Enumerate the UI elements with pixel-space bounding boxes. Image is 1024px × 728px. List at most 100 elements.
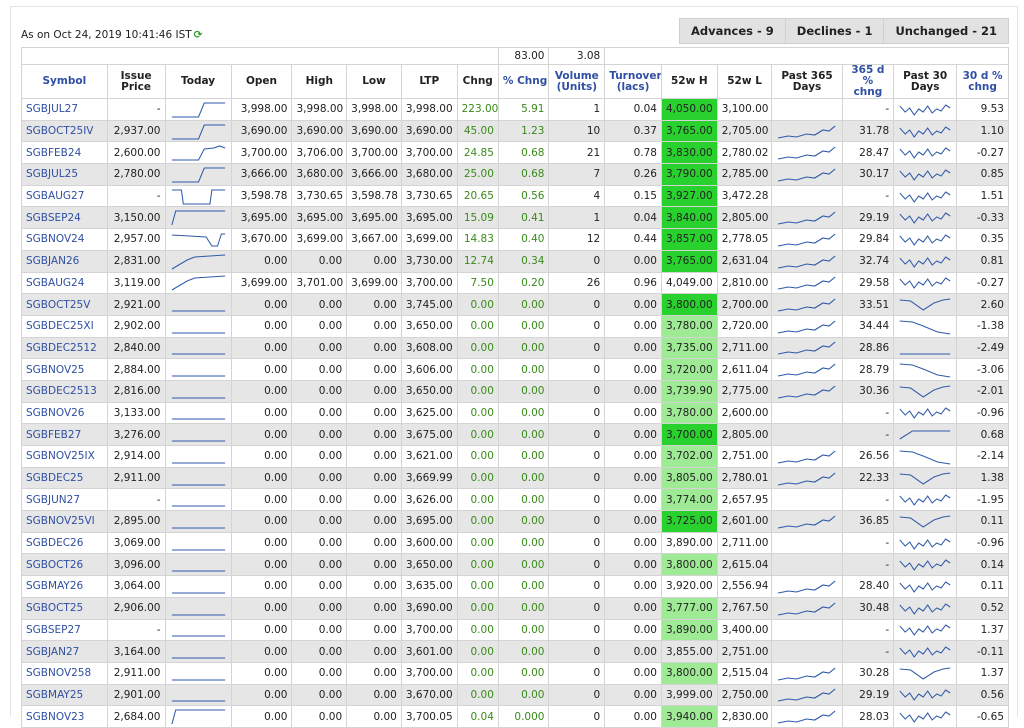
pct-chng-cell: 0.00 bbox=[497, 336, 550, 360]
issue-price-cell: 2,902.00 bbox=[106, 314, 166, 338]
high-cell: 0.00 bbox=[291, 640, 348, 663]
symbol-link[interactable]: SGBAUG24 bbox=[21, 271, 108, 295]
sparkline bbox=[899, 646, 951, 658]
52w-high-cell: 3,890.00 bbox=[660, 531, 718, 555]
volume-cell: 10 bbox=[548, 119, 606, 143]
high-cell: 0.00 bbox=[291, 314, 348, 338]
symbol-link[interactable]: SGBDEC2513 bbox=[21, 379, 108, 403]
past-30-sparkline bbox=[893, 141, 958, 165]
open-cell: 0.00 bbox=[230, 510, 293, 533]
52w-high-cell: 3,800.00 bbox=[660, 661, 718, 685]
table-row: SGBJUL25 2,780.00 3,666.00 3,680.00 3,666.00… bbox=[21, 163, 1009, 186]
symbol-link[interactable]: SGBDEC26 bbox=[21, 531, 108, 555]
symbol-link[interactable]: SGBMAY25 bbox=[21, 683, 108, 707]
ltp-cell: 3,608.00 bbox=[400, 336, 458, 360]
past-365-sparkline bbox=[771, 618, 843, 642]
past-365-sparkline bbox=[771, 683, 843, 707]
high-cell: 0.00 bbox=[291, 401, 348, 425]
table-row: SGBSEP24 3,150.00 3,695.00 3,695.00 3,695.00… bbox=[21, 206, 1009, 230]
open-cell: 0.00 bbox=[230, 488, 293, 512]
365d-chng-cell: 34.44 bbox=[841, 314, 895, 338]
sparkline bbox=[778, 255, 836, 269]
symbol-link[interactable]: SGBJAN27 bbox=[21, 640, 108, 663]
symbol-link[interactable]: SGBOCT25IV bbox=[21, 119, 108, 143]
sparkline bbox=[171, 505, 225, 507]
ltp-cell: 3,669.99 bbox=[400, 466, 458, 490]
sparkline bbox=[171, 614, 225, 616]
symbol-link[interactable]: SGBDEC25XI bbox=[21, 314, 108, 338]
symbol-link[interactable]: SGBJUL25 bbox=[21, 163, 108, 186]
col-symbol[interactable]: Symbol bbox=[21, 64, 108, 99]
col-turnover[interactable]: Turnover (lacs) bbox=[604, 64, 662, 99]
symbol-link[interactable]: SGBOCT25V bbox=[21, 293, 108, 316]
past-365-sparkline bbox=[771, 228, 843, 251]
symbol-link[interactable]: SGBNOV25IX bbox=[21, 445, 108, 468]
col-pct-chng[interactable]: % Chng bbox=[497, 64, 550, 99]
symbol-link[interactable]: SGBAUG27 bbox=[21, 184, 108, 208]
today-sparkline bbox=[164, 119, 232, 143]
table-row: SGBFEB27 3,276.00 0.00 0.00 0.00 3,675.00 0.00… bbox=[21, 423, 1009, 446]
symbol-link[interactable]: SGBMAY26 bbox=[21, 575, 108, 598]
past-365-sparkline bbox=[771, 531, 843, 555]
symbol-link[interactable]: SGBNOV25 bbox=[21, 358, 108, 381]
quotes-table: 83.00 3.08 Symbol Issue Price Today Open… bbox=[21, 47, 1009, 728]
52w-high-cell: 3,774.00 bbox=[660, 488, 718, 512]
52w-low-cell: 2,601.00 bbox=[716, 510, 773, 533]
symbol-link[interactable]: SGBDEC2512 bbox=[21, 336, 108, 360]
high-cell: 3,680.00 bbox=[291, 163, 348, 186]
chng-cell: 0.00 bbox=[456, 379, 499, 403]
col-30d-chng[interactable]: 30 d % chng bbox=[956, 64, 1009, 99]
symbol-link[interactable]: SGBJAN26 bbox=[21, 249, 108, 273]
symbol-link[interactable]: SGBNOV25VI bbox=[21, 510, 108, 533]
open-cell: 3,666.00 bbox=[230, 163, 293, 186]
past-30-sparkline bbox=[893, 379, 958, 403]
issue-price-cell: 2,911.00 bbox=[106, 661, 166, 685]
30d-chng-cell: 0.81 bbox=[956, 249, 1009, 273]
sparkline bbox=[778, 363, 836, 377]
col-volume[interactable]: Volume (Units) bbox=[548, 64, 606, 99]
ltp-cell: 3,700.00 bbox=[400, 618, 458, 642]
52w-high-cell: 3,800.00 bbox=[660, 553, 718, 577]
open-cell: 0.00 bbox=[230, 683, 293, 707]
pct-chng-cell: 0.68 bbox=[497, 163, 550, 186]
52w-high-cell: 3,840.00 bbox=[660, 206, 718, 230]
52w-high-cell: 3,830.00 bbox=[660, 141, 718, 165]
today-sparkline bbox=[164, 249, 232, 273]
unchanged-count: Unchanged - 21 bbox=[883, 19, 1008, 43]
52w-low-cell: 3,472.28 bbox=[716, 184, 773, 208]
symbol-link[interactable]: SGBFEB24 bbox=[21, 141, 108, 165]
low-cell: 0.00 bbox=[346, 423, 402, 446]
sparkline bbox=[778, 125, 836, 139]
symbol-link[interactable]: SGBSEP27 bbox=[21, 618, 108, 642]
symbol-link[interactable]: SGBJUL27 bbox=[21, 98, 108, 121]
volume-cell: 0 bbox=[548, 553, 606, 577]
issue-price-cell: 3,069.00 bbox=[106, 531, 166, 555]
30d-chng-cell: -0.96 bbox=[956, 401, 1009, 425]
volume-cell: 0 bbox=[548, 336, 606, 360]
52w-low-cell: 2,600.00 bbox=[716, 401, 773, 425]
symbol-link[interactable]: SGBOCT25 bbox=[21, 596, 108, 620]
symbol-link[interactable]: SGBFEB27 bbox=[21, 423, 108, 446]
ltp-cell: 3,700.00 bbox=[400, 271, 458, 295]
turnover-cell: 0.04 bbox=[604, 206, 662, 230]
volume-cell: 0 bbox=[548, 531, 606, 555]
symbol-link[interactable]: SGBJUN27 bbox=[21, 488, 108, 512]
past-30-sparkline bbox=[893, 163, 958, 186]
52w-low-cell: 2,810.00 bbox=[716, 271, 773, 295]
symbol-link[interactable]: SGBNOV26 bbox=[21, 401, 108, 425]
365d-chng-cell: 26.56 bbox=[841, 445, 895, 468]
sparkline bbox=[171, 570, 225, 572]
table-row: SGBDEC2512 2,840.00 0.00 0.00 0.00 3,608.00 0.… bbox=[21, 336, 1009, 360]
today-sparkline bbox=[164, 271, 232, 295]
symbol-link[interactable]: SGBOCT26 bbox=[21, 553, 108, 577]
open-cell: 3,998.00 bbox=[230, 98, 293, 121]
refresh-icon[interactable]: ⟳ bbox=[194, 29, 203, 41]
52w-high-cell: 3,780.00 bbox=[660, 401, 718, 425]
sparkline bbox=[899, 515, 951, 528]
col-365d-chng[interactable]: 365 d % chng bbox=[841, 64, 895, 99]
52w-high-cell: 3,855.00 bbox=[660, 640, 718, 663]
symbol-link[interactable]: SGBSEP24 bbox=[21, 206, 108, 230]
symbol-link[interactable]: SGBDEC25 bbox=[21, 466, 108, 490]
symbol-link[interactable]: SGBNOV258 bbox=[21, 661, 108, 685]
symbol-link[interactable]: SGBNOV24 bbox=[21, 228, 108, 251]
